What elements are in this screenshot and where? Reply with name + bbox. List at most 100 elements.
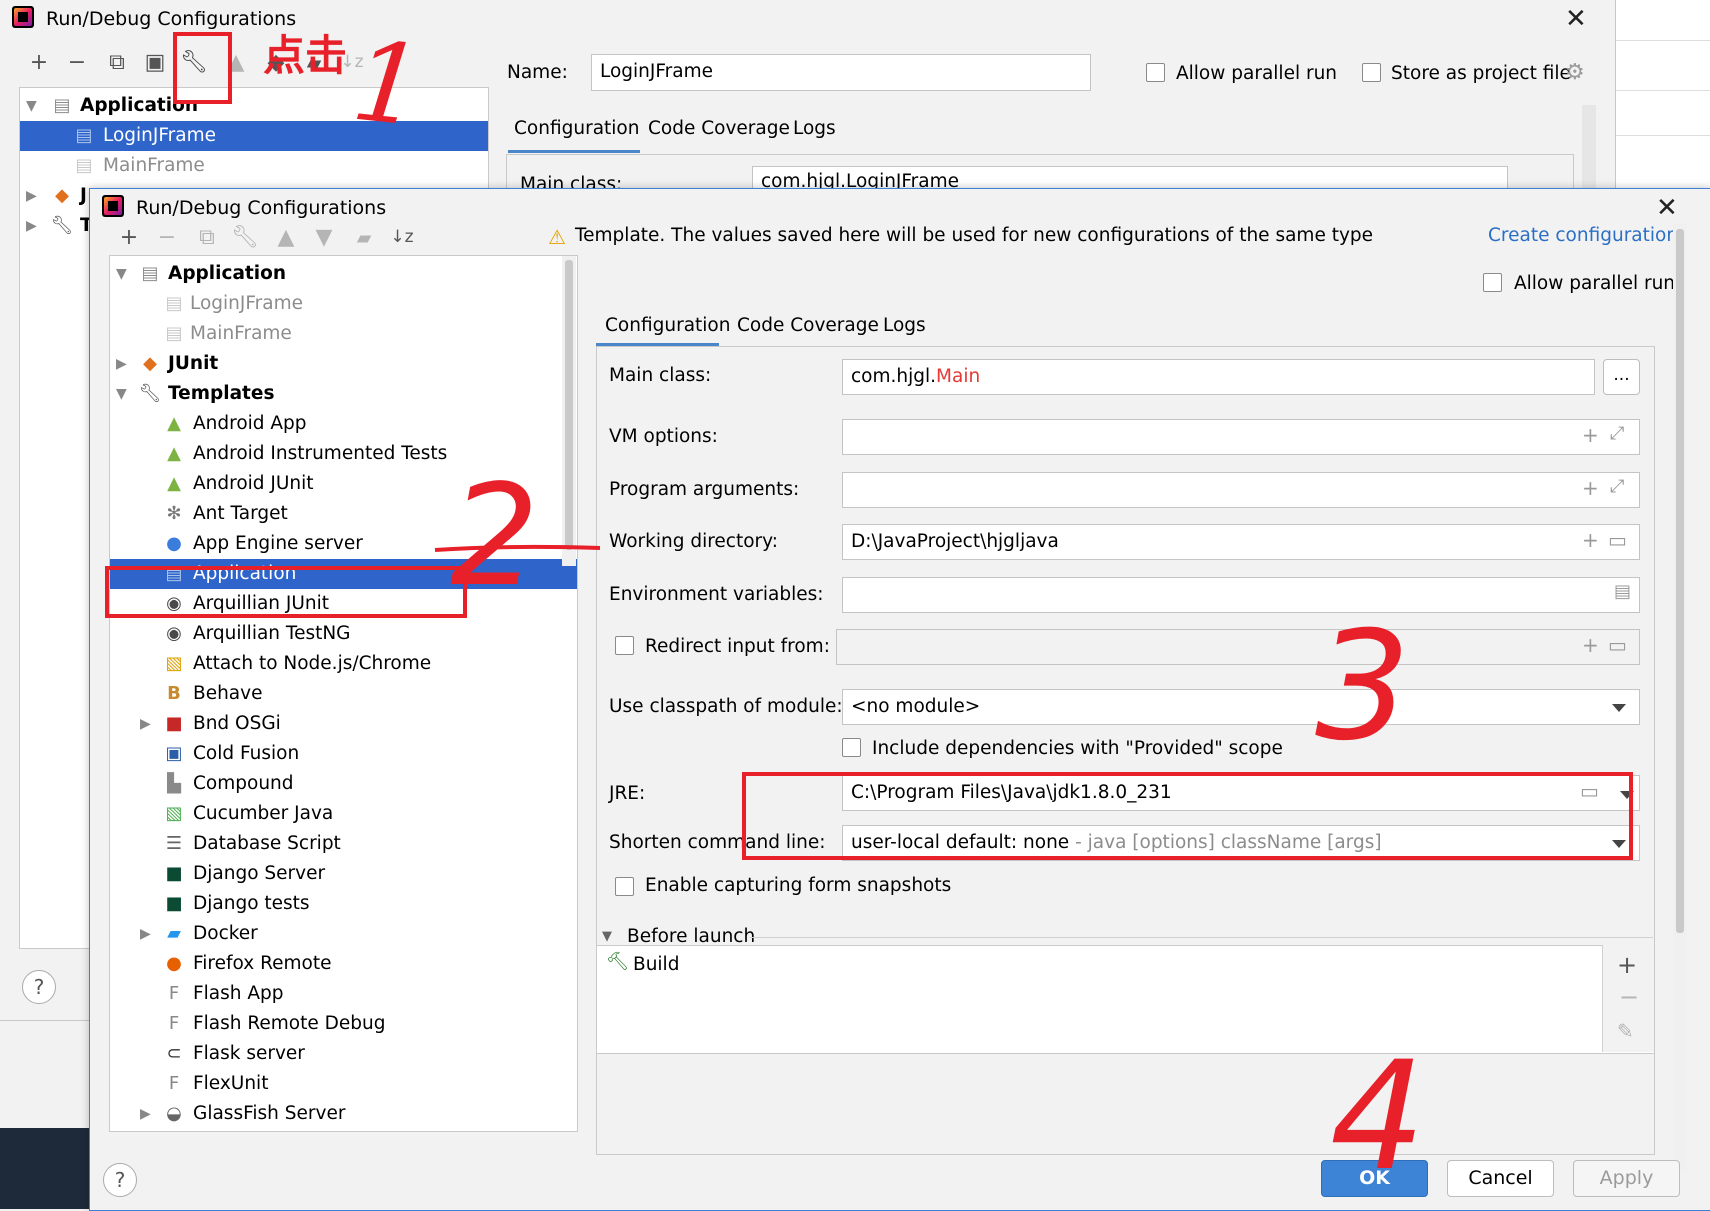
chevron-down-icon[interactable]: ▼ <box>602 929 612 944</box>
before-launch-item-build[interactable]: 🔨︎ Build <box>600 949 1600 979</box>
tree-mainframe[interactable]: ▤ MainFrame <box>110 319 577 349</box>
tree-template-android-app[interactable]: ▲ Android App <box>110 409 577 439</box>
tree-template-android-junit[interactable]: ▲ Android JUnit <box>110 469 577 499</box>
tree-template-glassfish-server[interactable]: ▶ ◒ GlassFish Server <box>110 1099 577 1129</box>
back-tree-loginjframe[interactable]: ▤ LoginJFrame <box>20 121 488 151</box>
folder-icon[interactable]: ▭ <box>1608 528 1627 552</box>
tree-template-flexunit[interactable]: F FlexUnit <box>110 1069 577 1099</box>
folder-icon[interactable]: ▭ <box>1580 779 1599 803</box>
intellij-logo-icon <box>12 6 34 28</box>
tree-template-django-server[interactable]: ■ Django Server <box>110 859 577 889</box>
move-down-icon[interactable]: ◆ <box>262 50 290 75</box>
remove-icon[interactable]: − <box>1619 983 1639 1011</box>
program-arguments-field[interactable] <box>842 472 1640 508</box>
copy-icon[interactable]: ⧉ <box>103 50 131 75</box>
settings-gear-icon[interactable]: ⚙ <box>1565 60 1585 85</box>
create-configuration-link[interactable]: Create configuration <box>1488 225 1678 246</box>
sort-icon[interactable]: ↓z <box>338 52 366 72</box>
tree-junit[interactable]: ▶ ◆ JUnit <box>110 349 577 379</box>
expand-icon[interactable]: ⤢ <box>1610 476 1624 497</box>
tree-template-compound[interactable]: ▙ Compound <box>110 769 577 799</box>
tree-template-cucumber-java[interactable]: ▧ Cucumber Java <box>110 799 577 829</box>
tab-code-coverage[interactable]: Code Coverage <box>737 315 879 336</box>
add-icon[interactable]: + <box>25 50 53 75</box>
add-icon[interactable]: + <box>115 225 143 250</box>
edit-variables-icon[interactable]: ▤ <box>1614 581 1631 602</box>
form-scrollbar[interactable] <box>1673 223 1687 1171</box>
tab-configuration[interactable]: Configuration <box>605 315 730 336</box>
tab-logs[interactable]: Logs <box>883 315 926 336</box>
allow-parallel-checkbox[interactable] <box>1483 273 1502 292</box>
remove-icon[interactable]: − <box>63 50 91 75</box>
redirect-input-field[interactable] <box>836 629 1640 665</box>
back-tab-code-coverage[interactable]: Code Coverage <box>648 118 790 139</box>
tree-template-attach-node[interactable]: ▧ Attach to Node.js/Chrome <box>110 649 577 679</box>
back-close-icon[interactable]: ✕ <box>1565 4 1587 34</box>
back-tree-mainframe[interactable]: ▤ MainFrame <box>20 151 488 181</box>
shorten-command-line-select[interactable]: user-local default: none - java [options… <box>842 825 1640 861</box>
move-up-icon[interactable]: ▲ <box>272 225 300 250</box>
tree-template-arquillian-junit[interactable]: ◉ Arquillian JUnit <box>110 589 577 619</box>
add-icon[interactable]: + <box>1617 951 1637 979</box>
tree-template-application[interactable]: ▤ Application <box>110 559 577 589</box>
enable-snapshots-checkbox[interactable] <box>615 877 634 896</box>
back-allow-parallel-checkbox[interactable] <box>1146 63 1165 82</box>
tree-template-firefox-remote[interactable]: ● Firefox Remote <box>110 949 577 979</box>
expand-icon[interactable]: ⤢ <box>1610 423 1624 444</box>
tree-loginjframe[interactable]: ▤ LoginJFrame <box>110 289 577 319</box>
back-store-project-checkbox[interactable] <box>1362 63 1381 82</box>
copy-icon[interactable]: ⧉ <box>193 225 221 250</box>
back-scrollbar[interactable] <box>1582 105 1596 195</box>
add-icon[interactable]: + <box>1582 423 1599 447</box>
tree-template-database-script[interactable]: ☰ Database Script <box>110 829 577 859</box>
move-up-icon[interactable]: ▲ <box>222 50 250 75</box>
save-icon[interactable]: ▣ <box>141 50 169 75</box>
tree-template-cold-fusion[interactable]: ▣ Cold Fusion <box>110 739 577 769</box>
front-help-icon[interactable]: ? <box>103 1163 137 1197</box>
new-folder-icon[interactable]: ▰ <box>300 52 328 74</box>
ok-button[interactable]: OK <box>1321 1160 1428 1197</box>
front-close-icon[interactable]: ✕ <box>1656 193 1678 223</box>
jre-field[interactable]: C:\Program Files\Java\jdk1.8.0_231 <box>842 775 1640 811</box>
remove-icon[interactable]: − <box>153 225 181 250</box>
tree-template-flash-remote-debug[interactable]: F Flash Remote Debug <box>110 1009 577 1039</box>
vm-options-field[interactable] <box>842 419 1640 455</box>
add-icon[interactable]: + <box>1582 528 1599 552</box>
tree-application[interactable]: ▼ ▤ Application <box>110 259 577 289</box>
tree-template-flask-server[interactable]: ⊂ Flask server <box>110 1039 577 1069</box>
tree-template-docker[interactable]: ▶ ▰ Docker <box>110 919 577 949</box>
main-class-browse-button[interactable]: ... <box>1603 359 1640 395</box>
tree-template-android-instrumented-tests[interactable]: ▲ Android Instrumented Tests <box>110 439 577 469</box>
back-name-field[interactable]: LoginJFrame <box>591 54 1091 91</box>
classpath-module-select[interactable]: <no module> <box>842 689 1640 725</box>
cancel-button[interactable]: Cancel <box>1447 1160 1554 1197</box>
main-class-field[interactable]: com.hjgl.Main <box>842 359 1595 395</box>
edit-icon[interactable]: ✎ <box>1617 1019 1634 1043</box>
working-directory-field[interactable]: D:\JavaProject\hjgljava <box>842 524 1640 560</box>
back-help-icon[interactable]: ? <box>22 970 56 1004</box>
environment-variables-field[interactable] <box>842 577 1640 613</box>
tree-template-django-tests[interactable]: ■ Django tests <box>110 889 577 919</box>
working-directory-label: Working directory: <box>609 531 778 552</box>
back-tab-logs[interactable]: Logs <box>793 118 836 139</box>
include-dependencies-checkbox[interactable] <box>842 738 861 757</box>
back-tree-application[interactable]: ▼ ▤ Application <box>20 91 488 121</box>
add-icon[interactable]: + <box>1582 633 1599 657</box>
move-down-icon[interactable]: ▼ <box>310 225 338 250</box>
form-scroll-thumb[interactable] <box>1676 229 1684 933</box>
wrench-icon[interactable]: 🔧︎ <box>231 225 259 250</box>
folder-icon[interactable]: ▭ <box>1608 633 1627 657</box>
wrench-icon[interactable]: 🔧︎ <box>180 50 208 75</box>
tree-template-flash-app[interactable]: F Flash App <box>110 979 577 1009</box>
tree-template-arquillian-testng[interactable]: ◉ Arquillian TestNG <box>110 619 577 649</box>
sort-icon[interactable]: ↓z <box>388 227 416 247</box>
back-tab-configuration[interactable]: Configuration <box>514 118 639 139</box>
tree-template-behave[interactable]: B Behave <box>110 679 577 709</box>
tree-template-bnd-osgi[interactable]: ▶ ■ Bnd OSGi <box>110 709 577 739</box>
redirect-input-checkbox[interactable] <box>615 636 634 655</box>
tree-templates[interactable]: ▼ 🔧︎ Templates <box>110 379 577 409</box>
apply-button[interactable]: Apply <box>1573 1160 1680 1197</box>
add-icon[interactable]: + <box>1582 476 1599 500</box>
tree-scroll-thumb[interactable] <box>565 260 573 550</box>
new-folder-icon[interactable]: ▰ <box>350 227 378 249</box>
